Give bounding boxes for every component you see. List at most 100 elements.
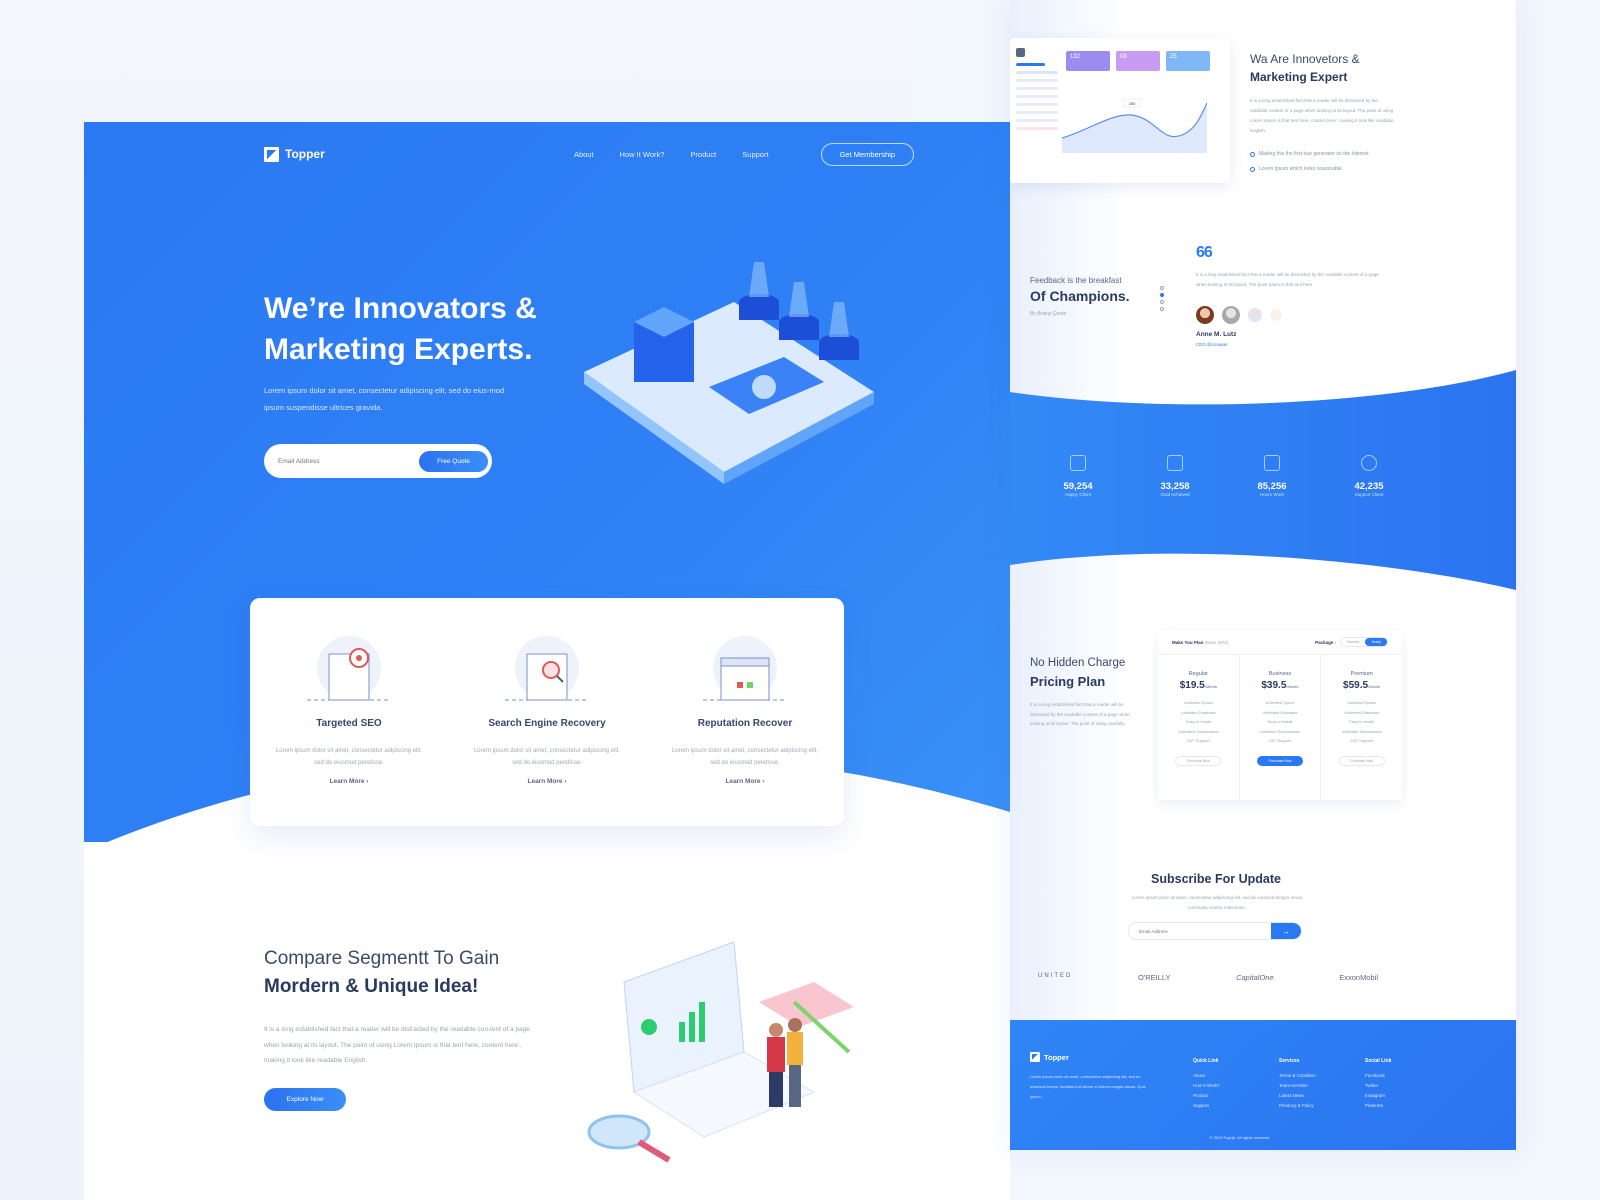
brand-logo[interactable]: Topper <box>264 146 325 162</box>
footer-link-instagram[interactable]: Instagram <box>1365 1091 1391 1101</box>
pagination-dot[interactable] <box>1160 300 1164 304</box>
dashboard-area-chart: 250 <box>1062 98 1207 153</box>
footer-link-twitter[interactable]: Twitter <box>1365 1081 1391 1091</box>
avatar[interactable] <box>1222 306 1240 324</box>
plan-business: Business $39.5/Month Unlimited Space Unl… <box>1240 655 1322 800</box>
feature-title: Search Engine Recovery <box>488 718 606 729</box>
footer-logo[interactable]: Topper <box>1030 1052 1069 1062</box>
feature-description: Lorem ipsum dolor sit amet, consectetur … <box>473 748 621 766</box>
isometric-server-illustration <box>584 262 874 484</box>
explore-now-button[interactable]: Explore Now <box>264 1088 346 1111</box>
footer-link[interactable]: Support <box>1193 1101 1220 1111</box>
team-icon <box>1070 455 1086 471</box>
logo-icon <box>1030 1052 1040 1062</box>
purchase-now-button[interactable]: Purchase Now <box>1338 755 1385 766</box>
feature-description: Lorem ipsum dolor sit amet, consectetur … <box>671 748 819 766</box>
pagination-dot[interactable] <box>1160 307 1164 311</box>
footer-column-title: Social Link <box>1365 1058 1392 1064</box>
plan-name: Premium <box>1350 671 1373 677</box>
brand-capitalone: CapitalOne <box>1236 973 1274 982</box>
footer-link[interactable]: About <box>1193 1071 1220 1081</box>
feature-description: Lorem ipsum dolor sit amet, consectetur … <box>275 748 423 766</box>
brand-logos: UNITED O'REILLY CapitalOne ExxonMobil <box>1038 973 1378 982</box>
pagination-dot[interactable] <box>1160 286 1164 290</box>
nav-link-how-it-work[interactable]: How It Work? <box>620 150 665 159</box>
pagination-dot-active[interactable] <box>1160 293 1164 297</box>
stat-value: 59,254 <box>1063 481 1093 492</box>
subscribe-form: → <box>1128 922 1302 940</box>
window-icon <box>703 636 787 701</box>
footer-link-facebook[interactable]: Facebook <box>1365 1071 1391 1081</box>
dashboard-stat-card: 08 <box>1116 51 1160 71</box>
free-quote-button[interactable]: Free Quote <box>419 450 488 472</box>
innovators-bullet: Making this the first true generator on … <box>1250 151 1370 157</box>
testimonial-role: CEO @cooeper <box>1196 342 1228 347</box>
avatar[interactable] <box>1248 308 1262 322</box>
plan-feature: Unlimited Database <box>1262 709 1298 715</box>
footer-description: Lorem ipsum dolor sit amet, consectetur … <box>1030 1074 1146 1099</box>
target-icon <box>307 636 391 701</box>
learn-more-link[interactable]: Learn More › <box>448 778 646 785</box>
plan-feature: Easy to Install <box>1185 719 1211 724</box>
footer-link[interactable]: How It Work? <box>1193 1081 1220 1091</box>
subscribe-arrow-button[interactable]: → <box>1271 923 1301 939</box>
plan-header: Make You Plan <box>1172 639 1204 645</box>
testimonial-name: Anne M. Lutz <box>1196 331 1237 338</box>
toggle-monthly[interactable]: Monthly <box>1341 638 1365 646</box>
svg-text:250: 250 <box>1129 101 1136 106</box>
stat-hours-work: 85,256 Hours Work <box>1232 455 1312 497</box>
brand-united: UNITED <box>1038 973 1073 979</box>
pricing-table-header: Make You Plan (Save 20%) Package : Month… <box>1158 630 1402 655</box>
get-membership-button[interactable]: Get Membership <box>820 142 914 166</box>
plan-feature: Unlimited Database <box>1180 709 1216 715</box>
footer-column-title: Quick Link <box>1193 1058 1219 1064</box>
footer-link-pinterest[interactable]: Pinterest <box>1365 1101 1391 1111</box>
toggle-yearly[interactable]: Yearly <box>1365 638 1387 646</box>
footer-link[interactable]: Latest News <box>1279 1091 1316 1101</box>
nav-links: About How It Work? Product Support Get M… <box>574 142 914 166</box>
plan-regular: Regular $19.5/Month Unlimited Space Unli… <box>1158 655 1240 800</box>
purchase-now-button[interactable]: Purchase Now <box>1175 755 1222 766</box>
plan-feature: 24/7 Support <box>1268 738 1292 743</box>
stat-label: Support Client <box>1354 492 1384 497</box>
footer-link[interactable]: Team-member <box>1279 1081 1316 1091</box>
footer-column-services: Services Terms & Condition Team-member L… <box>1279 1058 1316 1111</box>
nav-link-support[interactable]: Support <box>742 150 768 159</box>
nav-link-about[interactable]: About <box>574 150 594 159</box>
plan-feature: Unlimited Database <box>1344 709 1380 715</box>
stat-label: Happy Client <box>1065 492 1091 497</box>
subscribe-email-input[interactable] <box>1139 928 1271 934</box>
footer: Topper Lorem ipsum dolor sit amet, conse… <box>1010 1020 1516 1150</box>
avatar[interactable] <box>1270 309 1282 321</box>
plan-premium: Premium $59.5/Month Unlimited Space Unli… <box>1321 655 1402 800</box>
feature-targeted-seo: Targeted SEO Lorem ipsum dolor sit amet,… <box>250 598 448 826</box>
footer-link[interactable]: Terms & Condition <box>1279 1071 1316 1081</box>
innovators-title-bold: Marketing Expert <box>1250 70 1348 84</box>
innovators-title-light: Wa Are Innovetors & <box>1250 52 1360 66</box>
learn-more-link[interactable]: Learn More › <box>250 778 448 785</box>
navbar: Topper About How It Work? Product Suppor… <box>264 140 914 168</box>
dashboard-mockup: 132 08 25 250 <box>1010 38 1230 183</box>
purchase-now-button-primary[interactable]: Purchase Now <box>1257 755 1303 766</box>
hero-email-input[interactable] <box>278 457 420 465</box>
feedback-subtitle: Feedback is the breakfast <box>1030 276 1122 285</box>
testimonial-text: It is a long established fact that a rea… <box>1196 272 1379 287</box>
nav-link-product[interactable]: Product <box>690 150 716 159</box>
plan-price: $59.5/Month <box>1343 680 1381 691</box>
stat-support-client: 42,235 Support Client <box>1329 455 1409 497</box>
brand-name: Topper <box>285 147 325 161</box>
plan-name: Regular <box>1188 671 1208 677</box>
package-label: Package : <box>1315 639 1337 645</box>
subscribe-description: Lorem ipsum dolor sit amet, consectetur … <box>1131 895 1303 910</box>
check-circle-icon <box>1250 166 1255 172</box>
learn-more-link[interactable]: Learn More › <box>646 778 844 785</box>
plan-feature: 24/7 Support <box>1350 738 1374 743</box>
compare-title-light: Compare Segmentt To Gain <box>264 948 500 969</box>
quote-icon: 66 <box>1196 244 1213 261</box>
brand-exxonmobil: ExxonMobil <box>1339 973 1378 982</box>
footer-link[interactable]: Privancy & Policy <box>1279 1101 1316 1111</box>
avatar[interactable] <box>1196 306 1214 324</box>
footer-link[interactable]: Product <box>1193 1091 1220 1101</box>
hero-subtitle: Lorem ipsum dolor sit amet, consectetur … <box>264 386 505 412</box>
pricing-table: Make You Plan (Save 20%) Package : Month… <box>1158 630 1402 800</box>
